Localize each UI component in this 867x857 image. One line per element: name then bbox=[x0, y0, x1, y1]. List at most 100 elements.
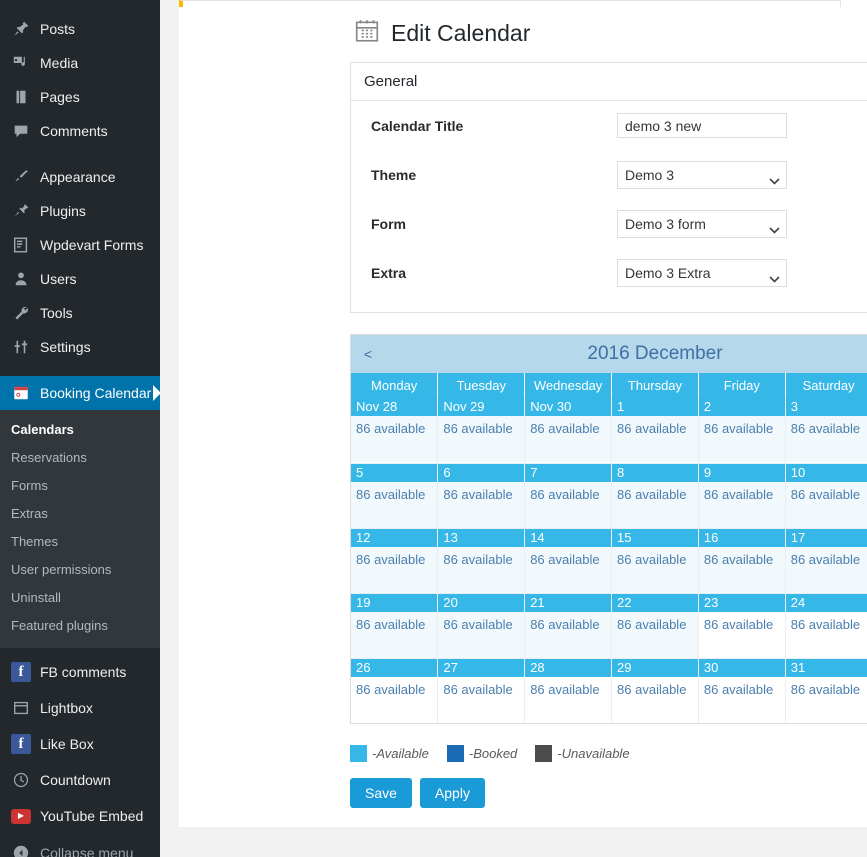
calendar-day-number: 9 bbox=[698, 463, 785, 482]
collapse-menu-button[interactable]: Collapse menu bbox=[0, 836, 160, 857]
general-panel: General Calendar Title Theme Demo 3 Form bbox=[350, 62, 867, 313]
sidebar-item-tools[interactable]: Tools bbox=[0, 296, 160, 330]
calendar-day-availability: 86 available bbox=[530, 681, 600, 697]
chevron-down-icon bbox=[769, 172, 780, 185]
calendar-day-cell[interactable]: 20 86 available bbox=[437, 593, 526, 659]
calendar-day-cell[interactable]: 28 86 available bbox=[524, 658, 613, 723]
calendar-title-input[interactable] bbox=[617, 113, 787, 138]
calendar-day-cell[interactable]: 29 86 available bbox=[611, 658, 699, 723]
calendar-day-number: 12 bbox=[351, 528, 438, 547]
calendar-day-availability: 86 available bbox=[525, 611, 612, 658]
calendar-day-cell[interactable]: 21 86 available bbox=[524, 593, 613, 659]
form-select[interactable]: Demo 3 form bbox=[617, 209, 787, 238]
calendar-day-cell[interactable]: 16 86 available bbox=[697, 528, 786, 594]
calendar-day-cell[interactable]: 9 86 available bbox=[697, 463, 786, 529]
sliders-icon bbox=[11, 337, 31, 357]
youtube-icon: ▶ bbox=[11, 806, 31, 826]
sidebar-item-appearance[interactable]: Appearance bbox=[0, 160, 160, 194]
calendar-day-availability: 86 available bbox=[438, 546, 525, 593]
sidebar-item-like-box[interactable]: f Like Box bbox=[0, 726, 160, 762]
calendar-day-availability: 86 available bbox=[438, 611, 525, 658]
sidebar-item-lightbox[interactable]: Lightbox bbox=[0, 690, 160, 726]
sidebar-item-settings[interactable]: Settings bbox=[0, 330, 160, 364]
sidebar-item-pages[interactable]: Pages bbox=[0, 80, 160, 114]
theme-select[interactable]: Demo 3 bbox=[617, 160, 787, 189]
calendar-day-cell[interactable]: Nov 28 86 available bbox=[351, 398, 439, 464]
calendar-day-cell[interactable]: 1 86 available bbox=[611, 398, 699, 464]
prev-month-button[interactable]: < bbox=[355, 346, 381, 362]
calendar-day-cell[interactable]: 31 86 available bbox=[784, 658, 867, 723]
sidebar-item-booking-calendar[interactable]: Booking Calendar bbox=[0, 376, 160, 410]
save-button[interactable]: Save bbox=[350, 778, 412, 808]
calendar-day-availability: 86 available bbox=[612, 481, 698, 528]
brush-icon bbox=[11, 167, 31, 187]
plug-icon bbox=[11, 201, 31, 221]
apply-button[interactable]: Apply bbox=[419, 778, 485, 808]
sidebar-subitem-reservations[interactable]: Reservations bbox=[0, 444, 160, 472]
field-extra: Extra Demo 3 Extra bbox=[351, 248, 867, 297]
pages-icon bbox=[11, 87, 31, 107]
calendar-day-cell[interactable]: 24 86 available bbox=[784, 593, 867, 659]
calendar-day-cell[interactable]: 7 86 available bbox=[524, 463, 613, 529]
sidebar-subitem-forms[interactable]: Forms bbox=[0, 472, 160, 500]
calendar-day-availability: 86 available bbox=[785, 546, 867, 593]
calendar-icon bbox=[11, 383, 31, 403]
calendar-day-cell[interactable]: 23 86 available bbox=[697, 593, 786, 659]
calendar-day-cell[interactable]: 3 86 available bbox=[784, 398, 867, 464]
calendar-day-cell[interactable]: 5 86 available bbox=[351, 463, 439, 529]
sidebar-item-users[interactable]: Users bbox=[0, 262, 160, 296]
sidebar-item-fb-comments[interactable]: f FB comments bbox=[0, 654, 160, 690]
extra-select[interactable]: Demo 3 Extra bbox=[617, 258, 787, 287]
field-form: Form Demo 3 form bbox=[351, 199, 867, 248]
calendar-day-cell[interactable]: 12 86 available bbox=[351, 528, 439, 594]
calendar-day-cell[interactable]: 15 86 available bbox=[611, 528, 699, 594]
calendar-legend: -Available -Booked -Unavailable bbox=[350, 745, 648, 762]
calendar-day-cell[interactable]: 26 86 available bbox=[351, 658, 439, 723]
sidebar-subitem-calendars[interactable]: Calendars bbox=[0, 416, 160, 444]
calendar-day-cell[interactable]: 13 86 available bbox=[437, 528, 526, 594]
media-icon bbox=[11, 53, 31, 73]
field-theme: Theme Demo 3 bbox=[351, 150, 867, 199]
sidebar-item-label: Tools bbox=[40, 305, 73, 321]
calendar-day-cell[interactable]: Nov 29 86 available bbox=[437, 398, 526, 464]
sidebar-item-youtube-embed[interactable]: ▶ YouTube Embed bbox=[0, 798, 160, 834]
calendar-day-cell[interactable]: 2 86 available bbox=[697, 398, 786, 464]
sidebar-subitem-themes[interactable]: Themes bbox=[0, 528, 160, 556]
sidebar-item-comments[interactable]: Comments bbox=[0, 114, 160, 148]
sidebar-item-label: Settings bbox=[40, 339, 91, 355]
calendar-day-cell[interactable]: 30 86 available bbox=[697, 658, 786, 723]
sidebar-item-label: Like Box bbox=[40, 736, 94, 752]
calendar-day-cell[interactable]: 6 86 available bbox=[437, 463, 526, 529]
clock-icon bbox=[11, 770, 31, 790]
calendar-day-number: 2 bbox=[698, 398, 785, 416]
calendar-day-cell[interactable]: 8 86 available bbox=[611, 463, 699, 529]
sidebar-subitem-featured-plugins[interactable]: Featured plugins bbox=[0, 612, 160, 640]
calendar-day-availability: 86 available bbox=[703, 681, 774, 697]
sidebar-subitem-uninstall[interactable]: Uninstall bbox=[0, 584, 160, 612]
calendar-day-cell[interactable]: 27 86 available bbox=[437, 658, 526, 723]
calendar-day-cell[interactable]: 17 86 available bbox=[784, 528, 867, 594]
sidebar-item-posts[interactable]: Posts bbox=[0, 12, 160, 46]
calendar-day-availability: 86 available bbox=[351, 416, 438, 462]
calendar-day-availability: 86 available bbox=[351, 611, 438, 658]
sidebar-item-countdown[interactable]: Countdown bbox=[0, 762, 160, 798]
calendar-day-cell[interactable]: 19 86 available bbox=[351, 593, 439, 659]
calendar-day-number: 20 bbox=[438, 593, 525, 612]
calendar-day-cell[interactable]: 22 86 available bbox=[611, 593, 699, 659]
calendar-day-cell[interactable]: 10 86 available bbox=[784, 463, 867, 529]
calendar-day-cell[interactable]: Nov 30 86 available bbox=[524, 398, 613, 464]
weekday-header: Monday bbox=[351, 373, 439, 398]
calendar-day-availability: 86 available bbox=[612, 611, 698, 658]
sidebar-item-plugins[interactable]: Plugins bbox=[0, 194, 160, 228]
weekday-header: Wednesday bbox=[524, 373, 613, 398]
sidebar-item-wpdevart-forms[interactable]: Wpdevart Forms bbox=[0, 228, 160, 262]
sidebar-item-label: Wpdevart Forms bbox=[40, 237, 144, 253]
sidebar-subitem-user-permissions[interactable]: User permissions bbox=[0, 556, 160, 584]
sidebar-item-media[interactable]: Media bbox=[0, 46, 160, 80]
calendar-day-cell[interactable]: 14 86 available bbox=[524, 528, 613, 594]
calendar-navbar: < 2016 December > bbox=[351, 335, 867, 373]
field-calendar-title: Calendar Title bbox=[351, 101, 867, 150]
facebook-icon: f bbox=[11, 662, 31, 682]
pin-icon bbox=[11, 19, 31, 39]
sidebar-subitem-extras[interactable]: Extras bbox=[0, 500, 160, 528]
